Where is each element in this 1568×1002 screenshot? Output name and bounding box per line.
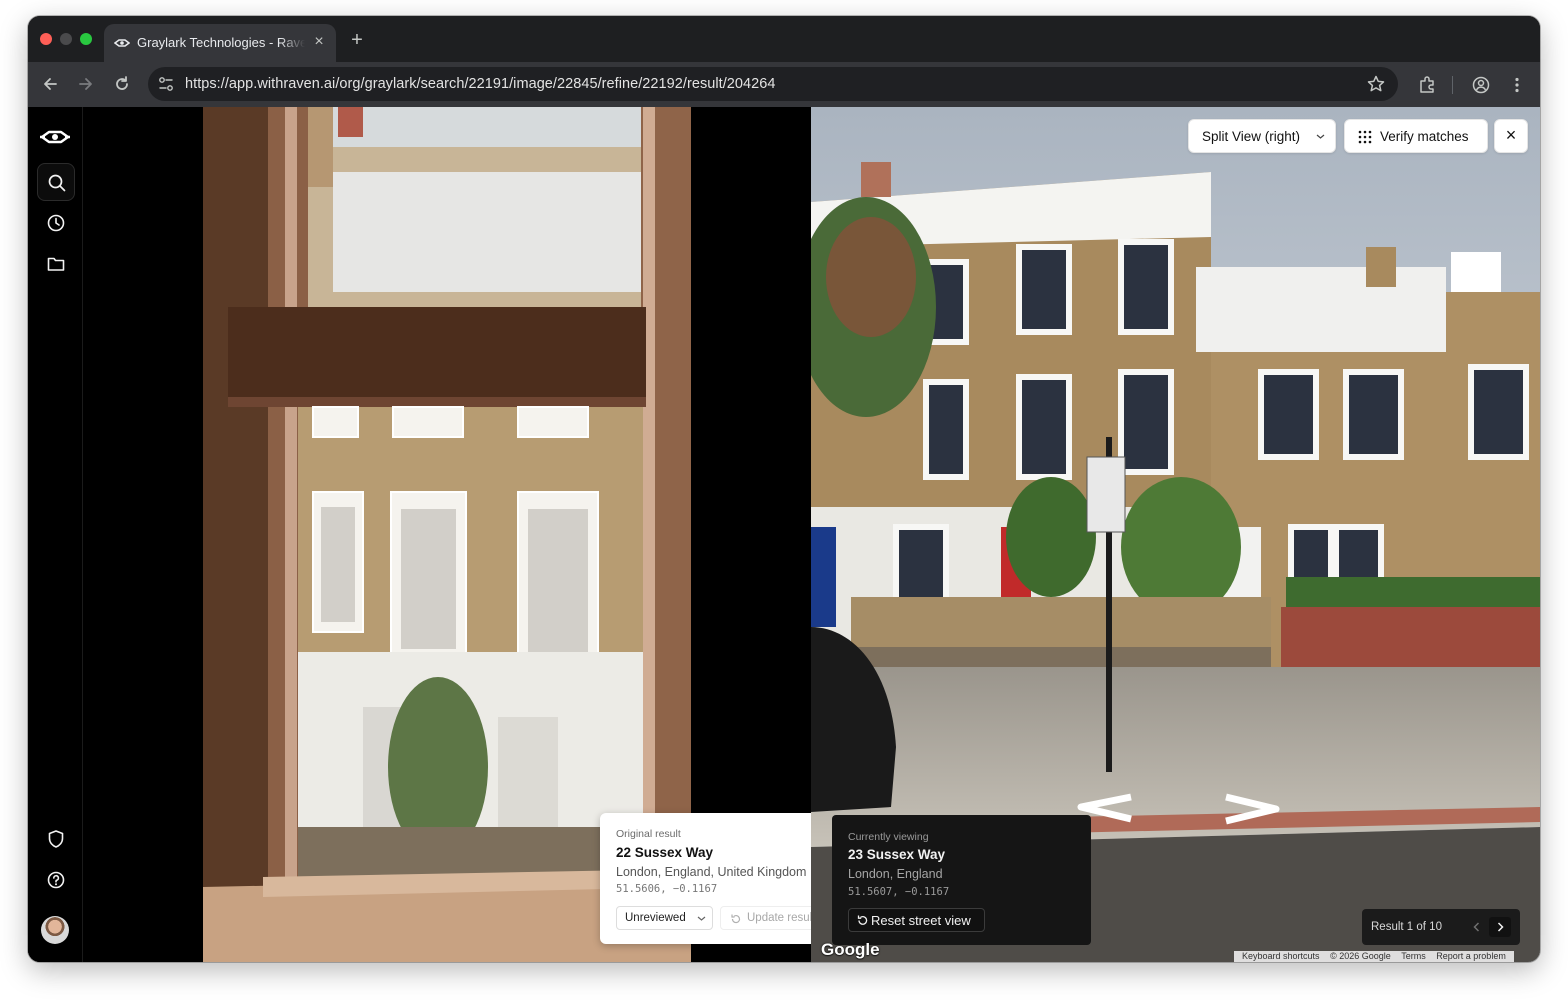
review-status-select[interactable]: Unreviewed <box>616 906 713 930</box>
tab-close-icon[interactable]: × <box>310 33 328 51</box>
reload-icon <box>116 76 128 90</box>
next-result-button[interactable] <box>1489 917 1511 937</box>
reset-street-view-label: Reset street view <box>871 913 971 928</box>
address-bar[interactable]: https://app.withraven.ai/org/graylark/se… <box>148 67 1398 101</box>
browser-tab[interactable]: Graylark Technologies - Raven × <box>104 24 336 62</box>
close-window-button[interactable] <box>40 33 52 45</box>
extensions-icon[interactable] <box>1417 75 1437 95</box>
keyboard-shortcuts-link[interactable]: Keyboard shortcuts <box>1242 951 1320 961</box>
sidebar-item-help[interactable] <box>37 861 75 899</box>
sidebar-item-security[interactable] <box>37 820 75 858</box>
copyright-text: © 2026 Google <box>1330 951 1391 961</box>
clock-icon <box>47 214 65 232</box>
verify-matches-label: Verify matches <box>1380 129 1469 144</box>
chevron-down-icon <box>1316 134 1325 139</box>
raven-favicon-icon <box>114 39 130 47</box>
current-view-label: Currently viewing <box>848 831 929 843</box>
tab-title: Graylark Technologies - Raven <box>137 35 305 50</box>
original-result-card: Original result 22 Sussex Way London, En… <box>600 813 846 944</box>
update-result-label: Update result <box>747 912 816 924</box>
sidebar-item-search[interactable] <box>37 163 75 201</box>
close-view-button[interactable]: × <box>1494 119 1528 153</box>
shield-icon <box>48 830 64 848</box>
bookmark-star-icon[interactable] <box>1366 74 1386 94</box>
search-icon <box>48 174 66 192</box>
current-view-card: Currently viewing 23 Sussex Way London, … <box>832 815 1091 945</box>
tab-strip: Graylark Technologies - Raven × + <box>28 16 1540 62</box>
help-icon <box>47 871 65 889</box>
terms-link[interactable]: Terms <box>1401 951 1426 961</box>
original-result-label: Original result <box>616 828 681 840</box>
forward-button[interactable] <box>72 70 100 98</box>
back-button[interactable] <box>36 70 64 98</box>
back-arrow-icon <box>44 78 57 90</box>
browser-toolbar: https://app.withraven.ai/org/graylark/se… <box>28 62 1540 107</box>
forward-arrow-icon <box>79 78 92 90</box>
user-avatar[interactable] <box>41 916 69 944</box>
reset-street-view-button[interactable]: Reset street view <box>848 908 985 932</box>
google-logo: Google <box>821 940 880 959</box>
original-image-panel: Original result 22 Sussex Way London, En… <box>83 107 846 962</box>
url-text[interactable]: https://app.withraven.ai/org/graylark/se… <box>185 76 775 92</box>
original-result-location: London, England, United Kingdom <box>616 865 807 879</box>
browser-window: Graylark Technologies - Raven × + https:… <box>28 16 1540 962</box>
split-view-select[interactable]: Split View (right) <box>1188 119 1336 153</box>
refresh-icon <box>731 914 741 924</box>
original-result-address: 22 Sussex Way <box>616 845 714 860</box>
current-view-coords: 51.5607, −0.1167 <box>848 886 950 898</box>
current-view-location: London, England <box>848 867 943 881</box>
previous-result-button[interactable] <box>1466 917 1488 937</box>
raven-logo-icon[interactable] <box>40 128 70 146</box>
maximize-window-button[interactable] <box>80 33 92 45</box>
grid-dots-icon <box>1358 130 1372 144</box>
map-footer: Keyboard shortcuts © 2026 Google Terms R… <box>1234 951 1514 962</box>
split-view-label: Split View (right) <box>1202 129 1301 144</box>
report-problem-link[interactable]: Report a problem <box>1436 951 1506 961</box>
result-pager: Result 1 of 10 <box>1362 909 1520 945</box>
review-status-value: Unreviewed <box>625 912 686 924</box>
chevron-down-icon <box>697 916 706 921</box>
new-tab-button[interactable]: + <box>346 30 368 52</box>
folder-icon <box>47 257 65 271</box>
raven-app: Original result 22 Sussex Way London, En… <box>28 107 1540 962</box>
result-count: Result 1 of 10 <box>1371 921 1442 933</box>
sidebar-item-folders[interactable] <box>37 245 75 283</box>
reload-button[interactable] <box>108 70 136 98</box>
sidebar-item-history[interactable] <box>37 204 75 242</box>
chevron-right-icon <box>1497 922 1504 932</box>
reset-icon <box>857 915 868 925</box>
sidebar-rail <box>28 107 83 962</box>
verify-matches-button[interactable]: Verify matches <box>1344 119 1488 153</box>
current-view-address: 23 Sussex Way <box>848 847 946 862</box>
minimize-window-button[interactable] <box>60 33 72 45</box>
site-settings-icon[interactable] <box>157 75 175 93</box>
chevron-left-icon <box>1473 922 1480 932</box>
profile-icon[interactable] <box>1471 75 1491 95</box>
toolbar-divider <box>1452 76 1453 94</box>
original-result-coords: 51.5606, −0.1167 <box>616 883 718 895</box>
more-menu-icon[interactable] <box>1507 75 1527 95</box>
